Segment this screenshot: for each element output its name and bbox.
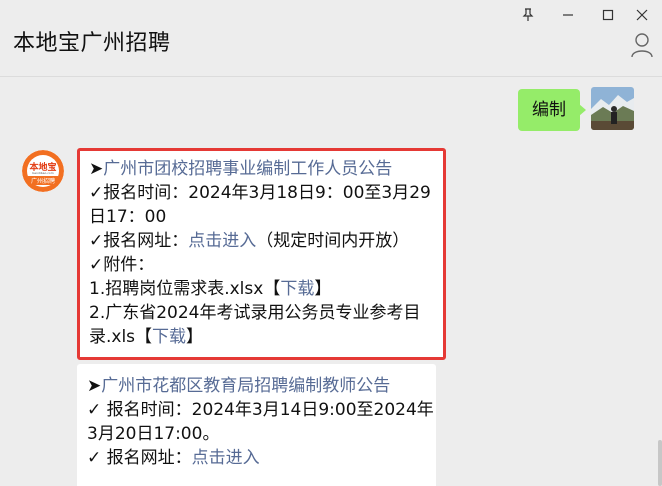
arrow-icon: ➤ <box>89 159 104 179</box>
chat-header: 本地宝广州招聘 <box>0 0 662 77</box>
attachment-1-name: 1.招聘岗位需求表.xlsx【 <box>89 279 281 299</box>
signup-time-label: 报名时间： <box>101 400 192 420</box>
message-title-line: ➤广州市花都区教育局招聘编制教师公告 <box>87 374 428 398</box>
my-avatar[interactable] <box>591 87 634 130</box>
signup-time-line: ✓报名时间：2024年3月18日9：00至3月29 <box>89 181 435 205</box>
chat-messages[interactable]: 编制 本地宝 bendibao.com 广州招聘 ➤广州市团校招聘事业编制工作人… <box>0 77 662 486</box>
signup-url-link[interactable]: 点击进入 <box>192 448 260 468</box>
signup-url-line: ✓报名网址：点击进入（规定时间内开放） <box>89 229 435 253</box>
my-message-text: 编制 <box>532 100 566 120</box>
minimize-button[interactable] <box>548 0 588 30</box>
signup-url-line: ✓ 报名网址：点击进入 <box>87 446 428 470</box>
check-icon: ✓ <box>89 231 104 251</box>
attachment-2-cont-line: 录.xls【下载】 <box>89 325 435 349</box>
message-title-link[interactable]: 广州市花都区教育局招聘编制教师公告 <box>101 376 390 396</box>
signup-url-label: 报名网址： <box>103 231 189 251</box>
chat-info-button[interactable] <box>630 32 656 60</box>
person-icon <box>631 33 653 58</box>
arrow-icon: ➤ <box>87 376 102 396</box>
pin-button[interactable] <box>508 0 548 30</box>
logo-text-bottom: 广州招聘 <box>30 178 55 185</box>
signup-url-label: 报名网址： <box>101 448 192 468</box>
attachment-1-close: 】 <box>314 279 332 299</box>
my-message-bubble[interactable]: 编制 <box>518 89 586 131</box>
close-icon <box>636 9 648 21</box>
pin-icon <box>522 8 534 21</box>
signup-url-link[interactable]: 点击进入 <box>188 231 256 251</box>
mountain-photo-icon <box>591 87 634 130</box>
signup-url-note: （规定时间内开放） <box>256 231 410 251</box>
attachments-line: ✓附件： <box>89 253 435 277</box>
message-bubble[interactable]: ➤广州市花都区教育局招聘编制教师公告 ✓ 报名时间：2024年3月14日9:00… <box>77 364 436 486</box>
attachment-2-close: 】 <box>186 327 204 347</box>
highlighted-message-bubble[interactable]: ➤广州市团校招聘事业编制工作人员公告 ✓报名时间：2024年3月18日9：00至… <box>77 148 446 360</box>
attachments-label: 附件： <box>103 255 155 275</box>
attachment-1-download-link[interactable]: 下载 <box>280 279 314 299</box>
chat-title: 本地宝广州招聘 <box>13 31 171 56</box>
maximize-icon <box>602 9 614 21</box>
scrollbar[interactable] <box>658 440 662 486</box>
message-title-line: ➤广州市团校招聘事业编制工作人员公告 <box>89 157 435 181</box>
check-icon: ✓ <box>89 255 104 275</box>
signup-time-label: 报名时间： <box>103 183 189 203</box>
attachment-2-line: 2.广东省2024年考试录用公务员专业参考目 <box>89 303 421 323</box>
check-icon: ✓ <box>87 400 102 420</box>
attachment-2-download-link[interactable]: 下载 <box>152 327 186 347</box>
check-icon: ✓ <box>89 183 104 203</box>
sender-avatar[interactable]: 本地宝 bendibao.com 广州招聘 <box>22 150 64 192</box>
minimize-icon <box>563 14 573 16</box>
signup-time-cont: 日17：00 <box>89 207 167 227</box>
attachment-1-line: 1.招聘岗位需求表.xlsx【下载】 <box>89 277 435 301</box>
signup-time-line: ✓ 报名时间：2024年3月14日9:00至2024年 <box>87 398 434 422</box>
attachment-2-name-cont: 录.xls【 <box>89 327 153 347</box>
logo-text-mid: bendibao.com <box>32 171 54 175</box>
message-title-link[interactable]: 广州市团校招聘事业编制工作人员公告 <box>103 159 392 179</box>
signup-time-cont: 3月20日17:00。 <box>87 424 220 444</box>
signup-time-value: 2024年3月14日9:00至2024年 <box>191 400 434 420</box>
check-icon: ✓ <box>87 448 102 468</box>
close-button[interactable] <box>622 0 662 30</box>
signup-time-value: 2024年3月18日9：00至3月29 <box>188 183 431 203</box>
